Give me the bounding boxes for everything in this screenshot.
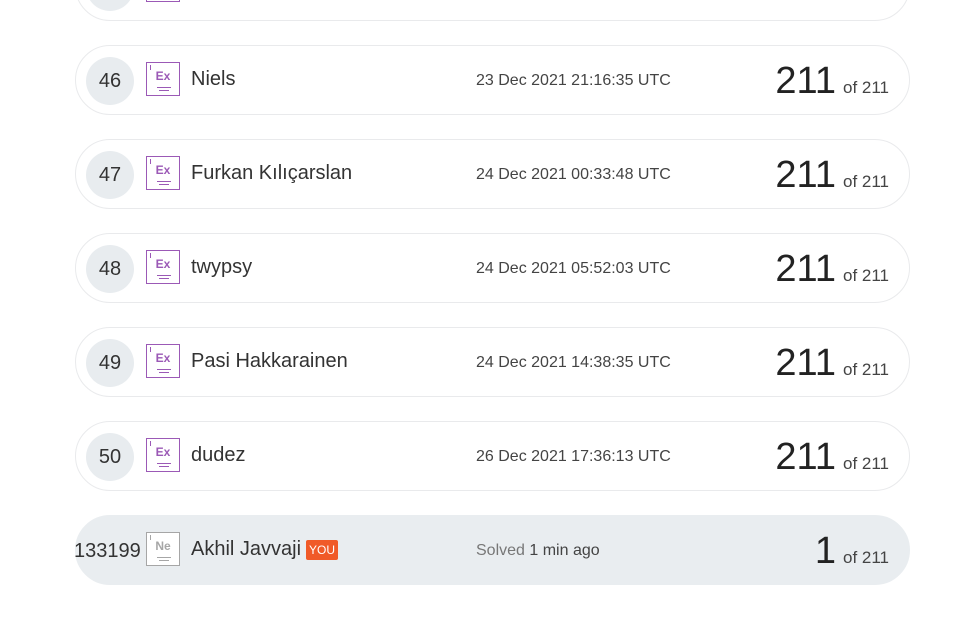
rank-number: 49 xyxy=(86,339,134,387)
score: 211 of 211 xyxy=(775,435,889,479)
leaderboard-row-partial xyxy=(75,0,910,21)
user-name[interactable]: Akhil Javvaji xyxy=(191,538,301,561)
level-badge-code: Ex xyxy=(155,351,171,365)
leaderboard-row: 50 Ex dudez 26 Dec 2021 17:36:13 UTC 211… xyxy=(75,421,910,491)
completed-time: 23 Dec 2021 21:16:35 UTC xyxy=(476,72,671,89)
level-badge-icon: Ex xyxy=(146,62,180,96)
current-user-row: 133199 Ne Akhil Javvaji YOU Solved 1 min… xyxy=(74,515,910,585)
score-total: of 211 xyxy=(842,266,889,285)
leaderboard-list: 46 Ex Niels 23 Dec 2021 21:16:35 UTC 211… xyxy=(0,0,953,638)
score-value: 211 xyxy=(775,154,836,196)
level-badge-code: Ex xyxy=(155,69,171,83)
level-badge-icon: Ne xyxy=(146,532,180,566)
leaderboard-row: 47 Ex Furkan Kılıçarslan 24 Dec 2021 00:… xyxy=(75,139,910,209)
level-badge-icon xyxy=(146,0,180,2)
user-name[interactable]: Furkan Kılıçarslan xyxy=(191,162,352,185)
score-value: 1 xyxy=(814,530,836,572)
score: 1 of 211 xyxy=(815,529,889,573)
level-badge-icon: Ex xyxy=(146,438,180,472)
completed-time: 24 Dec 2021 00:33:48 UTC xyxy=(476,166,671,183)
rank-number: 48 xyxy=(86,245,134,293)
completed-time: 24 Dec 2021 05:52:03 UTC xyxy=(476,260,671,277)
user-name[interactable]: twypsy xyxy=(191,256,252,279)
level-badge-icon: Ex xyxy=(146,344,180,378)
rank-number: 47 xyxy=(86,151,134,199)
rank-number: 133199 xyxy=(74,539,141,562)
score-value: 211 xyxy=(775,436,836,478)
user-name-container: Akhil Javvaji YOU xyxy=(191,538,339,561)
score: 211 of 211 xyxy=(775,59,889,103)
completed-time: 26 Dec 2021 17:36:13 UTC xyxy=(476,448,671,465)
score-total: of 211 xyxy=(842,172,889,191)
score-value: 211 xyxy=(775,248,836,290)
leaderboard-row: 48 Ex twypsy 24 Dec 2021 05:52:03 UTC 21… xyxy=(75,233,910,303)
score-total: of 211 xyxy=(842,360,889,379)
solved-time: 1 min ago xyxy=(529,542,600,559)
solved-label: Solved xyxy=(476,542,525,559)
user-name[interactable]: dudez xyxy=(191,444,246,467)
rank-number: 46 xyxy=(86,57,134,105)
score-value: 211 xyxy=(775,60,836,102)
rank-number: 50 xyxy=(86,433,134,481)
rank-circle xyxy=(86,0,134,11)
score-value: 211 xyxy=(775,342,836,384)
score-total: of 211 xyxy=(842,454,889,473)
level-badge-icon: Ex xyxy=(146,156,180,190)
user-name[interactable]: Niels xyxy=(191,68,235,91)
level-badge-code: Ex xyxy=(155,163,171,177)
level-badge-code: Ex xyxy=(155,445,171,459)
user-name[interactable]: Pasi Hakkarainen xyxy=(191,350,348,373)
score-total: of 211 xyxy=(842,78,889,97)
completed-time: 24 Dec 2021 14:38:35 UTC xyxy=(476,354,671,371)
score: 211 of 211 xyxy=(775,153,889,197)
completed-time: Solved 1 min ago xyxy=(476,542,600,560)
score-total: of 211 xyxy=(842,548,889,567)
score: 211 of 211 xyxy=(775,247,889,291)
leaderboard-row: 46 Ex Niels 23 Dec 2021 21:16:35 UTC 211… xyxy=(75,45,910,115)
level-badge-code: Ex xyxy=(155,257,171,271)
you-badge: YOU xyxy=(306,539,339,560)
score: 211 of 211 xyxy=(775,341,889,385)
level-badge-icon: Ex xyxy=(146,250,180,284)
level-badge-code: Ne xyxy=(155,539,171,553)
leaderboard-row: 49 Ex Pasi Hakkarainen 24 Dec 2021 14:38… xyxy=(75,327,910,397)
